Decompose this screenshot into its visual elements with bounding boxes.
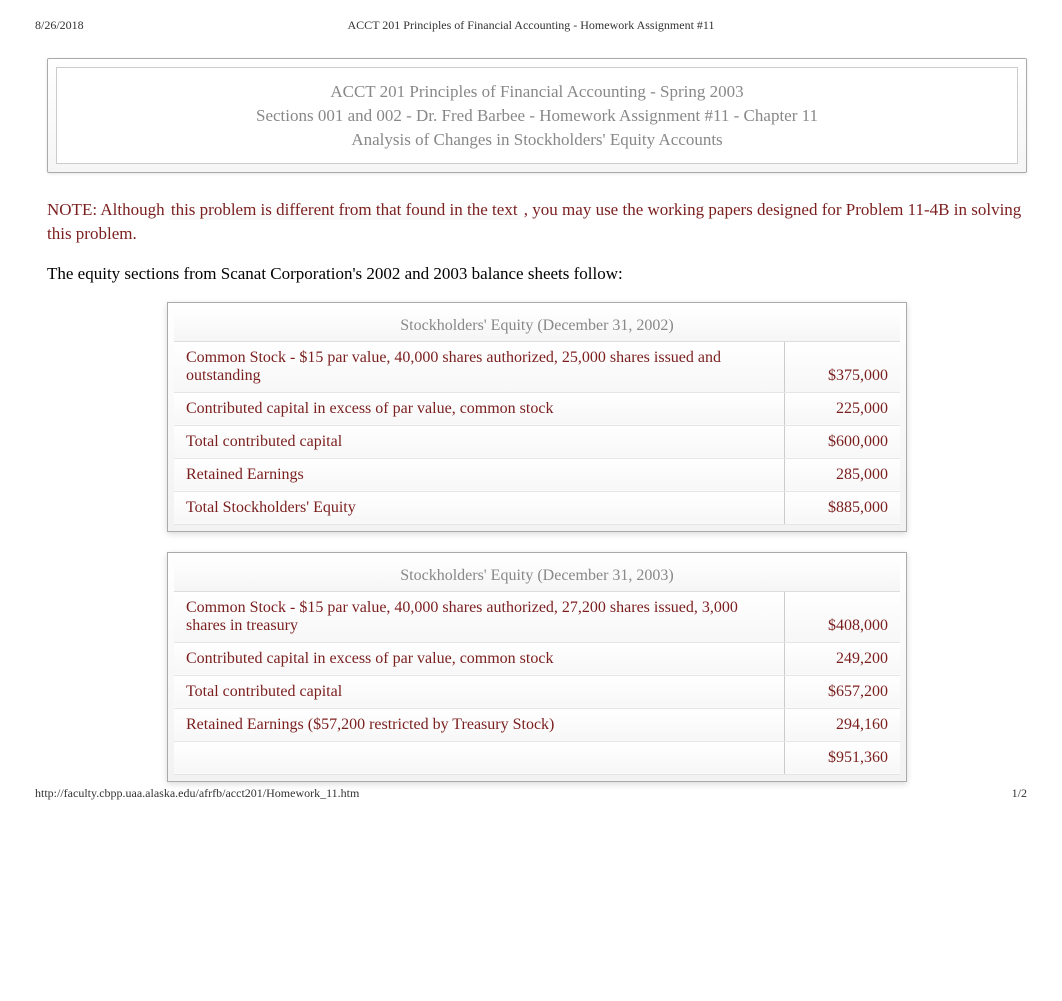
equity-amount: 294,160 [784, 708, 900, 741]
equity-2002-inner: Stockholders' Equity (December 31, 2002)… [174, 309, 900, 525]
equity-desc: Total contributed capital [174, 675, 784, 708]
print-date: 8/26/2018 [35, 18, 84, 33]
intro-paragraph: The equity sections from Scanat Corporat… [47, 264, 1027, 284]
equity-amount: $951,360 [784, 741, 900, 774]
equity-amount: $885,000 [784, 491, 900, 524]
document-body: ACCT 201 Principles of Financial Account… [0, 33, 1062, 782]
equity-2002-table: Common Stock - $15 par value, 40,000 sha… [174, 342, 900, 525]
equity-desc: Retained Earnings [174, 458, 784, 491]
equity-desc: Contributed capital in excess of par val… [174, 642, 784, 675]
note-paragraph: NOTE: Although this problem is different… [47, 198, 1027, 246]
course-title-line1: ACCT 201 Principles of Financial Account… [77, 80, 997, 104]
equity-amount: $600,000 [784, 425, 900, 458]
table-row: Common Stock - $15 par value, 40,000 sha… [174, 592, 900, 643]
equity-desc: Total contributed capital [174, 425, 784, 458]
equity-2003-title: Stockholders' Equity (December 31, 2003) [174, 559, 900, 592]
page-header: 8/26/2018 ACCT 201 Principles of Financi… [0, 0, 1062, 33]
equity-amount: 285,000 [784, 458, 900, 491]
equity-2003-table: Common Stock - $15 par value, 40,000 sha… [174, 592, 900, 775]
table-row: Contributed capital in excess of par val… [174, 392, 900, 425]
equity-desc [174, 741, 784, 774]
course-title-inner: ACCT 201 Principles of Financial Account… [56, 67, 1018, 164]
course-title-line2: Sections 001 and 002 - Dr. Fred Barbee -… [77, 104, 997, 128]
page-footer: http://faculty.cbpp.uaa.alaska.edu/afrfb… [0, 786, 1062, 801]
note-highlight: this problem is different from that foun… [169, 199, 520, 220]
equity-amount: $657,200 [784, 675, 900, 708]
equity-desc: Total Stockholders' Equity [174, 491, 784, 524]
table-row: Contributed capital in excess of par val… [174, 642, 900, 675]
equity-desc: Contributed capital in excess of par val… [174, 392, 784, 425]
table-row: Common Stock - $15 par value, 40,000 sha… [174, 342, 900, 393]
table-row: $951,360 [174, 741, 900, 774]
course-title-box: ACCT 201 Principles of Financial Account… [47, 58, 1027, 173]
equity-desc: Common Stock - $15 par value, 40,000 sha… [174, 592, 784, 643]
table-row: Total contributed capital $657,200 [174, 675, 900, 708]
footer-url: http://faculty.cbpp.uaa.alaska.edu/afrfb… [35, 786, 359, 801]
equity-desc: Retained Earnings ($57,200 restricted by… [174, 708, 784, 741]
footer-page-number: 1/2 [1012, 786, 1027, 801]
note-prefix: NOTE: Although [47, 200, 169, 219]
equity-amount: $408,000 [784, 592, 900, 643]
table-row: Retained Earnings ($57,200 restricted by… [174, 708, 900, 741]
equity-desc: Common Stock - $15 par value, 40,000 sha… [174, 342, 784, 393]
equity-amount: $375,000 [784, 342, 900, 393]
equity-amount: 249,200 [784, 642, 900, 675]
equity-2002-box: Stockholders' Equity (December 31, 2002)… [167, 302, 907, 532]
table-row: Total contributed capital $600,000 [174, 425, 900, 458]
equity-amount: 225,000 [784, 392, 900, 425]
equity-2003-inner: Stockholders' Equity (December 31, 2003)… [174, 559, 900, 775]
table-row: Total Stockholders' Equity $885,000 [174, 491, 900, 524]
table-row: Retained Earnings 285,000 [174, 458, 900, 491]
print-title: ACCT 201 Principles of Financial Account… [35, 18, 1027, 33]
equity-2003-box: Stockholders' Equity (December 31, 2003)… [167, 552, 907, 782]
course-title-line3: Analysis of Changes in Stockholders' Equ… [77, 128, 997, 152]
equity-2002-title: Stockholders' Equity (December 31, 2002) [174, 309, 900, 342]
